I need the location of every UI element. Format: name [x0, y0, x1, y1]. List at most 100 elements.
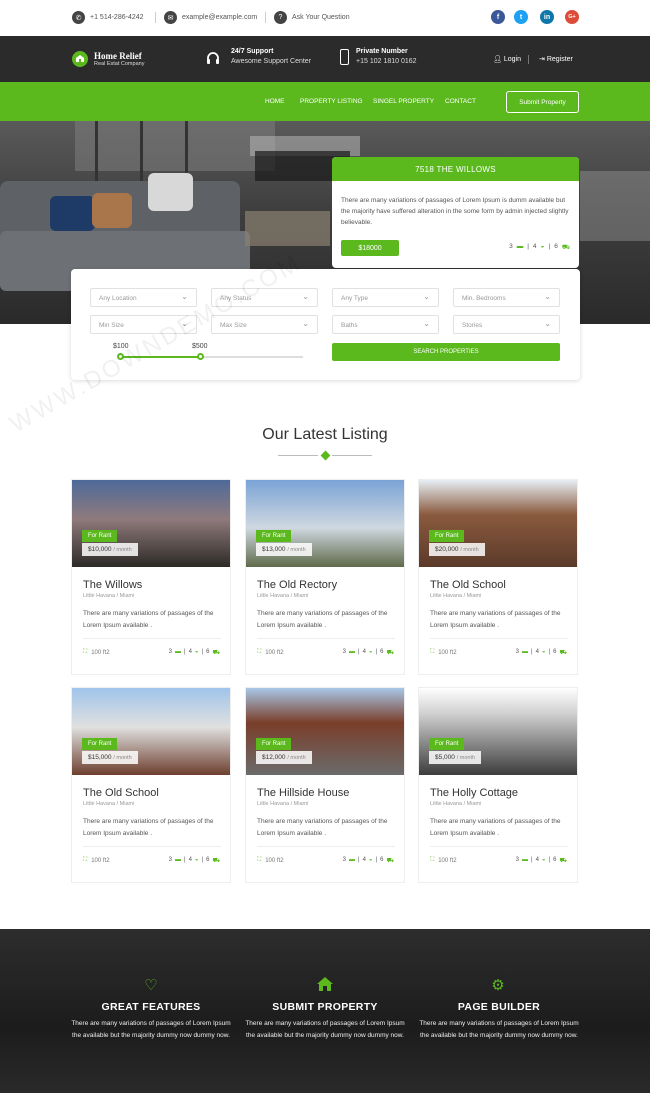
window-frame [185, 121, 188, 181]
logo-title[interactable]: Home Relief [94, 51, 142, 61]
bath-icon: ◒ [368, 649, 373, 655]
site-header: Home Relief Real Estat Company 24/7 Supp… [0, 36, 650, 82]
area-value: 100 ft2 [265, 857, 284, 864]
listing-photo[interactable]: For Rant $15,000 / month [72, 688, 230, 775]
listing-photo[interactable]: For Rant $12,000 / month [246, 688, 404, 775]
facebook-icon[interactable]: f [491, 10, 505, 24]
featured-features: 3 ▬ | 4 ◒ | 6 ⛟ [509, 243, 570, 251]
sign-in-icon: ⇥ [539, 56, 547, 63]
bed-icon: ▬ [522, 857, 528, 863]
nav-property-listing[interactable]: PROPERTY LISTING [300, 98, 363, 105]
bedrooms-select[interactable]: Min. Bedrooms [453, 288, 560, 307]
listing-title[interactable]: The Old Rectory [257, 579, 337, 591]
phone-contact[interactable]: ✆ +1 514-286-4242 [72, 11, 144, 24]
listing-title[interactable]: The Old School [83, 787, 159, 799]
divider [155, 12, 156, 23]
listing-card[interactable]: For Rant $20,000 / month The Old School Lit… [418, 479, 578, 675]
email-contact[interactable]: ✉ example@example.com [164, 11, 257, 24]
feature-description: There are many variations of passages of… [71, 1020, 231, 1039]
price-period: / month [287, 547, 306, 553]
listing-title[interactable]: The Holly Cottage [430, 787, 518, 799]
listing-card[interactable]: For Rant $13,000 / month The Old Rectory Li… [245, 479, 405, 675]
divider [265, 12, 266, 23]
listing-title[interactable]: The Willows [83, 579, 142, 591]
twitter-icon[interactable]: t [514, 10, 528, 24]
google-plus-icon[interactable]: G+ [565, 10, 579, 24]
nav-contact[interactable]: CONTACT [445, 98, 476, 105]
bath-icon: ◒ [368, 857, 373, 863]
listing-photo[interactable]: For Rant $10,000 / month [72, 480, 230, 567]
price-value: $10,000 [88, 546, 112, 553]
listing-description: There are many variations of passages of… [83, 610, 214, 629]
envelope-icon: ✉ [164, 11, 177, 24]
title-divider [332, 455, 372, 456]
car-icon: ⛟ [386, 650, 394, 656]
beds-count: 3 [342, 857, 346, 863]
latest-listing-title: Our Latest Listing [262, 426, 388, 443]
right-wall [580, 171, 650, 241]
stories-select[interactable]: Stories [453, 315, 560, 334]
type-select[interactable]: Any Type [332, 288, 439, 307]
listing-photo[interactable]: For Rant $20,000 / month [419, 480, 577, 567]
beds-count: 3 [515, 857, 519, 863]
listing-title[interactable]: The Old School [430, 579, 506, 591]
price-max-handle[interactable] [197, 353, 204, 360]
nav-home[interactable]: HOME [265, 98, 285, 105]
bath-icon: ◒ [540, 243, 545, 250]
garage-count: 6 [380, 857, 384, 863]
featured-description: There are many variations of passages of… [341, 197, 569, 226]
login-label: Login [503, 56, 521, 63]
card-divider [257, 638, 395, 639]
window-frame [95, 121, 98, 181]
card-divider [257, 846, 395, 847]
login-link[interactable]: 👤︎ Login [493, 55, 521, 63]
listing-features: 3 ▬ | 4 ◒ | 6 ⛟ [515, 649, 567, 656]
area-value: 100 ft2 [91, 857, 110, 864]
listing-features: 3 ▬ | 4 ◒ | 6 ⛟ [515, 857, 567, 864]
register-link[interactable]: ⇥ Register [539, 55, 573, 63]
user-icon: 👤︎ [493, 56, 504, 63]
listing-description: There are many variations of passages of… [430, 610, 561, 629]
listing-card[interactable]: For Rant $15,000 / month The Old School Lit… [71, 687, 231, 883]
price-period: / month [287, 755, 306, 761]
car-icon: ⛟ [559, 858, 567, 864]
listing-card[interactable]: For Rant $12,000 / month The Hillside Hous… [245, 687, 405, 883]
area-icon: ⛶ [83, 649, 88, 655]
listing-card[interactable]: For Rant $5,000 / month The Holly Cottage L… [418, 687, 578, 883]
featured-property-card[interactable]: 7518 THE WILLOWS There are many variatio… [332, 157, 579, 268]
listing-area: ⛶ 100 ft2 [430, 649, 457, 656]
listing-photo[interactable]: For Rant $13,000 / month [246, 480, 404, 567]
price-max-label: $500 [192, 343, 208, 350]
register-label: Register [546, 56, 573, 63]
listing-price: $15,000 / month [82, 751, 138, 764]
search-properties-button[interactable]: SEARCH PROPERTIES [332, 343, 560, 361]
listing-location: Little Havana / Miami [83, 801, 135, 807]
listing-title[interactable]: The Hillside House [257, 787, 349, 799]
bed-icon: ▬ [349, 649, 355, 655]
submit-property-button[interactable]: Submit Property [506, 91, 579, 113]
listing-location: Little Havana / Miami [83, 593, 135, 599]
linkedin-icon[interactable]: in [540, 10, 554, 24]
baths-count: 4 [188, 649, 192, 655]
beds-count: 3 [168, 857, 172, 863]
bed-icon: ▬ [175, 649, 181, 655]
listing-card[interactable]: For Rant $10,000 / month The Willows Little… [71, 479, 231, 675]
area-icon: ⛶ [430, 649, 435, 655]
beds-count: 3 [515, 649, 519, 655]
support-subtitle: Awesome Support Center [231, 58, 312, 65]
listing-price: $10,000 / month [82, 543, 138, 556]
logo-icon[interactable] [72, 51, 88, 67]
featured-title[interactable]: 7518 THE WILLOWS [332, 157, 579, 181]
baths-select[interactable]: Baths [332, 315, 439, 334]
location-select[interactable]: Any Location [90, 288, 197, 307]
featured-price[interactable]: $18000 [341, 240, 399, 256]
mobile-icon [340, 49, 349, 65]
listing-photo[interactable]: For Rant $5,000 / month [419, 688, 577, 775]
car-icon: ⛟ [386, 858, 394, 864]
ask-question-link[interactable]: ? Ask Your Question [274, 11, 350, 24]
listing-features: 3 ▬ | 4 ◒ | 6 ⛟ [342, 857, 394, 864]
car-icon: ⛟ [212, 858, 220, 864]
nav-single-property[interactable]: SINGEL PROPERTY [373, 98, 434, 105]
listing-area: ⛶ 100 ft2 [83, 857, 110, 864]
listing-area: ⛶ 100 ft2 [430, 857, 457, 864]
